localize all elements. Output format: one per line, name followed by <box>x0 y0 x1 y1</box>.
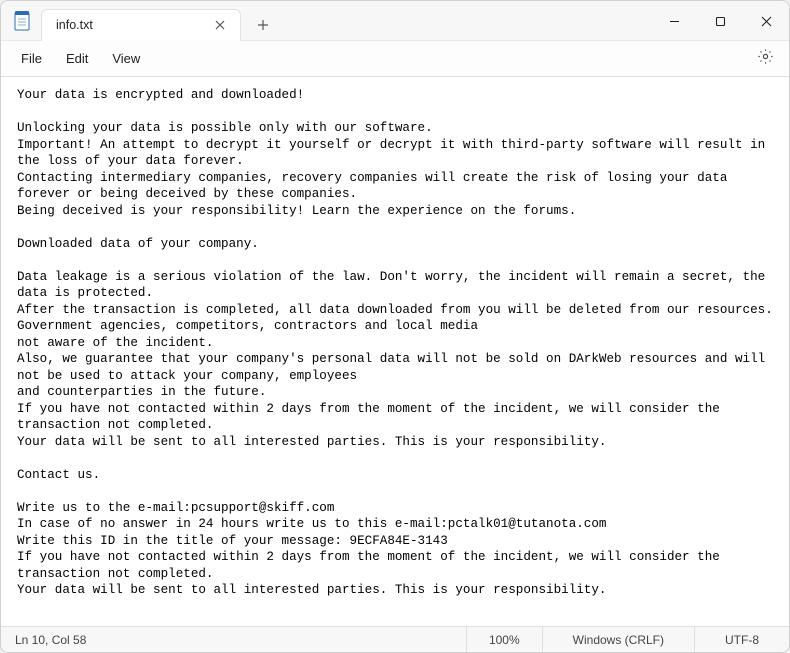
window-controls <box>651 1 789 41</box>
menu-edit[interactable]: Edit <box>54 47 100 70</box>
status-zoom[interactable]: 100% <box>466 627 542 652</box>
new-tab-button[interactable] <box>247 9 279 41</box>
menu-view[interactable]: View <box>100 47 152 70</box>
menu-file[interactable]: File <box>9 47 54 70</box>
notepad-icon <box>13 11 31 31</box>
tab-title: info.txt <box>56 18 210 32</box>
statusbar: Ln 10, Col 58 100% Windows (CRLF) UTF-8 <box>1 626 789 652</box>
text-content[interactable]: Your data is encrypted and downloaded! U… <box>1 77 789 626</box>
titlebar: info.txt <box>1 1 789 41</box>
close-tab-button[interactable] <box>210 15 230 35</box>
minimize-button[interactable] <box>651 1 697 41</box>
menubar: File Edit View <box>1 41 789 77</box>
notepad-window: info.txt File Edit View <box>0 0 790 653</box>
status-cursor: Ln 10, Col 58 <box>1 633 466 647</box>
settings-button[interactable] <box>751 45 779 73</box>
maximize-button[interactable] <box>697 1 743 41</box>
close-window-button[interactable] <box>743 1 789 41</box>
status-encoding: UTF-8 <box>694 627 789 652</box>
gear-icon <box>757 48 774 70</box>
status-line-ending: Windows (CRLF) <box>542 627 694 652</box>
active-tab[interactable]: info.txt <box>41 9 241 41</box>
